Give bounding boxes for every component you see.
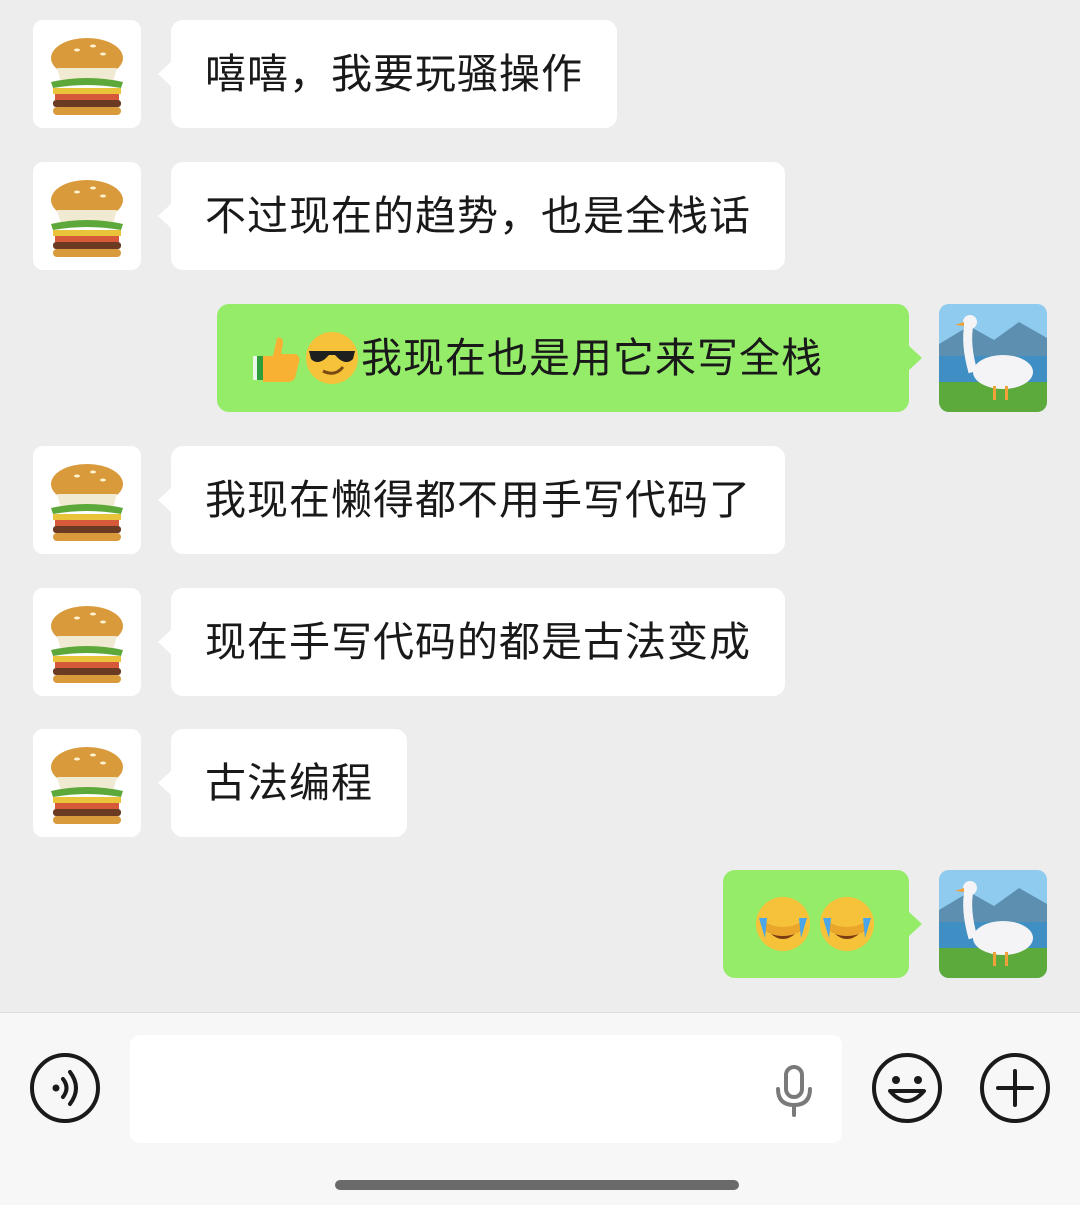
chat-screen: 嘻嘻，我要玩骚操作 不过现在的趋势，也是全栈话 我现在也是用它来写全栈 我现在懒…	[0, 0, 1080, 1205]
burger-avatar-icon	[51, 606, 123, 683]
incoming-message-bubble[interactable]: 古法编程	[158, 729, 407, 837]
incoming-message-bubble[interactable]: 不过现在的趋势，也是全栈话	[158, 162, 785, 270]
burger-avatar-icon	[51, 180, 123, 257]
my-avatar[interactable]	[939, 304, 1047, 412]
sender-avatar[interactable]	[33, 20, 141, 128]
plus-icon	[980, 1053, 1050, 1123]
message-text: 古法编程	[205, 759, 373, 807]
more-options-button[interactable]	[978, 1051, 1052, 1125]
incoming-message-bubble[interactable]: 我现在懒得都不用手写代码了	[158, 446, 785, 554]
message-text: 我现在也是用它来写全栈	[361, 334, 823, 382]
sender-avatar[interactable]	[33, 729, 141, 837]
emoji-icon	[872, 1053, 942, 1123]
message-text: 不过现在的趋势，也是全栈话	[205, 192, 751, 240]
voice-input-button[interactable]	[774, 1065, 814, 1117]
burger-avatar-icon	[51, 38, 123, 115]
incoming-message-bubble[interactable]: 现在手写代码的都是古法变成	[158, 588, 785, 696]
thumbs-up-icon	[247, 330, 303, 386]
burger-avatar-icon	[51, 747, 123, 824]
burger-avatar-icon	[51, 464, 123, 541]
voice-toggle-icon	[30, 1053, 100, 1123]
emoji-button[interactable]	[870, 1051, 944, 1125]
outgoing-message-bubble[interactable]	[723, 870, 922, 978]
incoming-message-bubble[interactable]: 嘻嘻，我要玩骚操作	[158, 20, 617, 128]
message-text: 我现在懒得都不用手写代码了	[205, 476, 751, 524]
facepalm-crying-face-icon	[753, 894, 813, 954]
sender-avatar[interactable]	[33, 446, 141, 554]
microphone-icon	[776, 1065, 812, 1117]
facepalm-crying-face-icon	[817, 894, 877, 954]
message-list[interactable]: 嘻嘻，我要玩骚操作 不过现在的趋势，也是全栈话 我现在也是用它来写全栈 我现在懒…	[0, 0, 1080, 1012]
sender-avatar[interactable]	[33, 162, 141, 270]
my-avatar[interactable]	[939, 870, 1047, 978]
home-indicator[interactable]	[335, 1180, 739, 1190]
message-text: 现在手写代码的都是古法变成	[205, 618, 751, 666]
message-input[interactable]	[130, 1035, 842, 1143]
input-toolbar	[0, 1012, 1080, 1205]
goose-avatar-icon	[939, 870, 1047, 978]
goose-avatar-icon	[939, 304, 1047, 412]
sender-avatar[interactable]	[33, 588, 141, 696]
sunglasses-face-icon	[303, 329, 361, 387]
voice-toggle-button[interactable]	[28, 1051, 102, 1125]
outgoing-message-bubble[interactable]: 我现在也是用它来写全栈	[217, 304, 922, 412]
message-text: 嘻嘻，我要玩骚操作	[205, 50, 583, 98]
